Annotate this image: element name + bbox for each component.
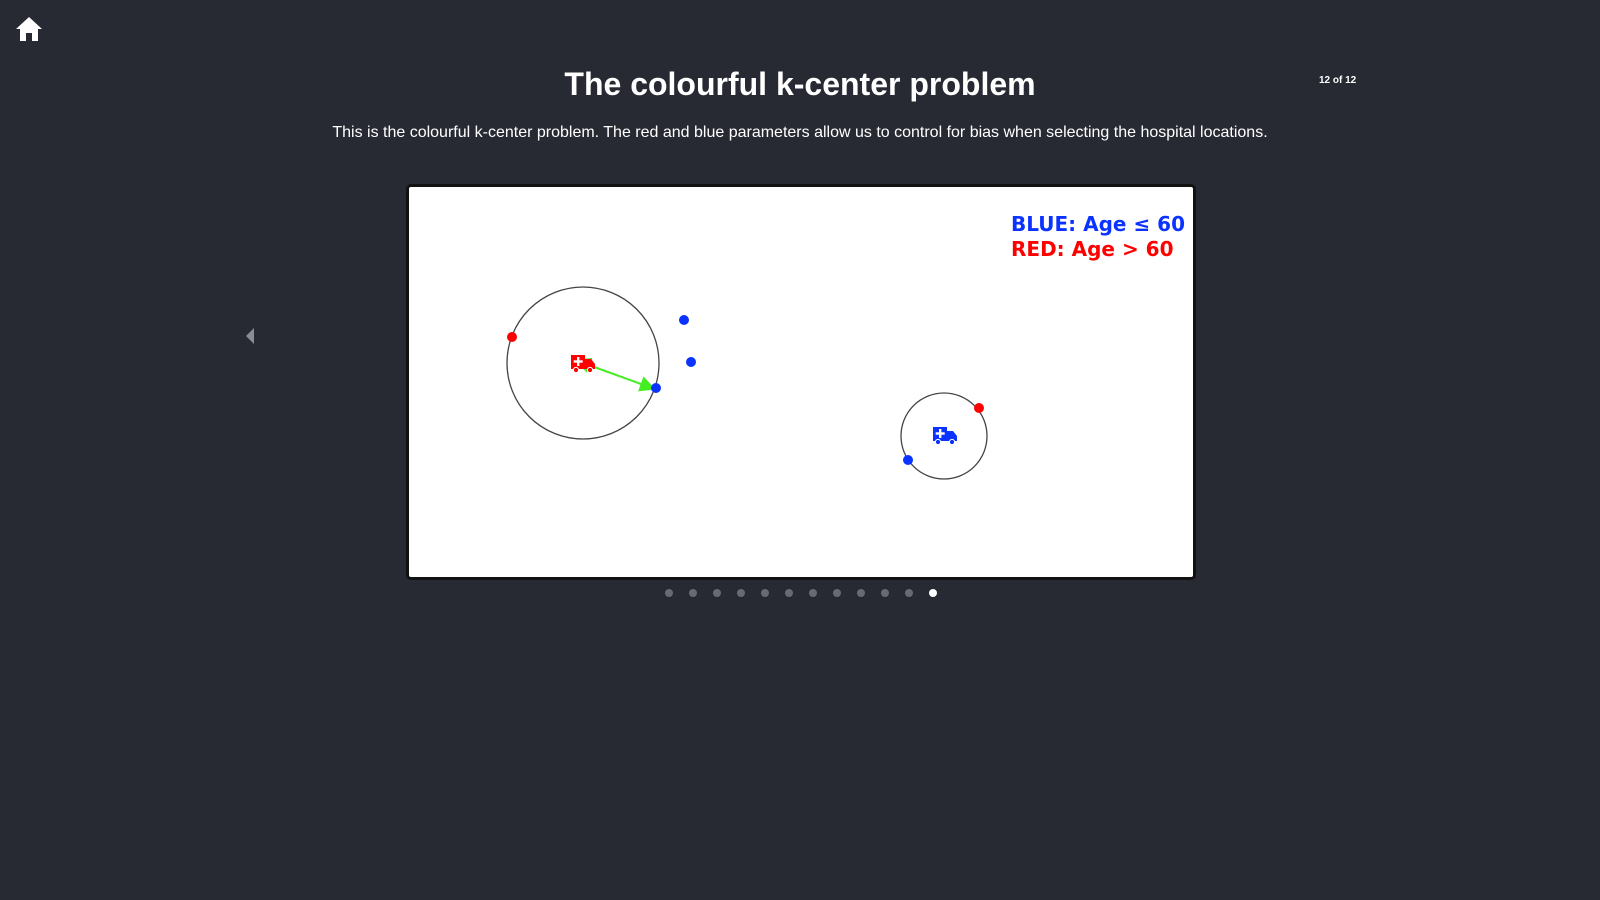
pagination-dot-7[interactable] xyxy=(809,589,817,597)
pagination-dot-4[interactable] xyxy=(737,589,745,597)
pagination-dot-6[interactable] xyxy=(785,589,793,597)
ambulance-icon-blue xyxy=(933,427,957,446)
chevron-left-icon xyxy=(246,328,254,344)
home-button[interactable] xyxy=(14,14,44,44)
pagination-dot-2[interactable] xyxy=(689,589,697,597)
home-icon xyxy=(16,17,42,41)
legend-blue: BLUE: Age ≤ 60 xyxy=(1011,212,1186,236)
prev-slide-button[interactable] xyxy=(244,326,258,346)
legend: BLUE: Age ≤ 60 RED: Age > 60 xyxy=(1011,212,1185,262)
radius-arrow xyxy=(574,357,656,392)
pagination-dot-10[interactable] xyxy=(881,589,889,597)
point-blue[interactable] xyxy=(903,455,913,465)
pagination-dot-11[interactable] xyxy=(905,589,913,597)
pagination-dot-5[interactable] xyxy=(761,589,769,597)
slide-description: This is the colourful k-center problem. … xyxy=(332,124,1268,141)
pagination-dots xyxy=(1,589,1600,597)
pagination-dot-3[interactable] xyxy=(713,589,721,597)
legend-red: RED: Age > 60 xyxy=(1011,237,1174,261)
point-blue[interactable] xyxy=(686,357,696,367)
page-counter: 12 of 12 xyxy=(1319,75,1357,86)
pagination-dot-9[interactable] xyxy=(857,589,865,597)
pagination-dot-12[interactable] xyxy=(929,589,937,597)
pagination-dot-8[interactable] xyxy=(833,589,841,597)
ambulance-icon-red xyxy=(571,355,595,374)
point-blue[interactable] xyxy=(679,315,689,325)
pagination-dot-1[interactable] xyxy=(665,589,673,597)
page-title: The colourful k-center problem xyxy=(564,66,1036,102)
point-red[interactable] xyxy=(507,332,517,342)
slide-canvas: BLUE: Age ≤ 60 RED: Age > 60 xyxy=(406,184,1196,580)
point-red[interactable] xyxy=(974,403,984,413)
point-blue[interactable] xyxy=(651,383,661,393)
